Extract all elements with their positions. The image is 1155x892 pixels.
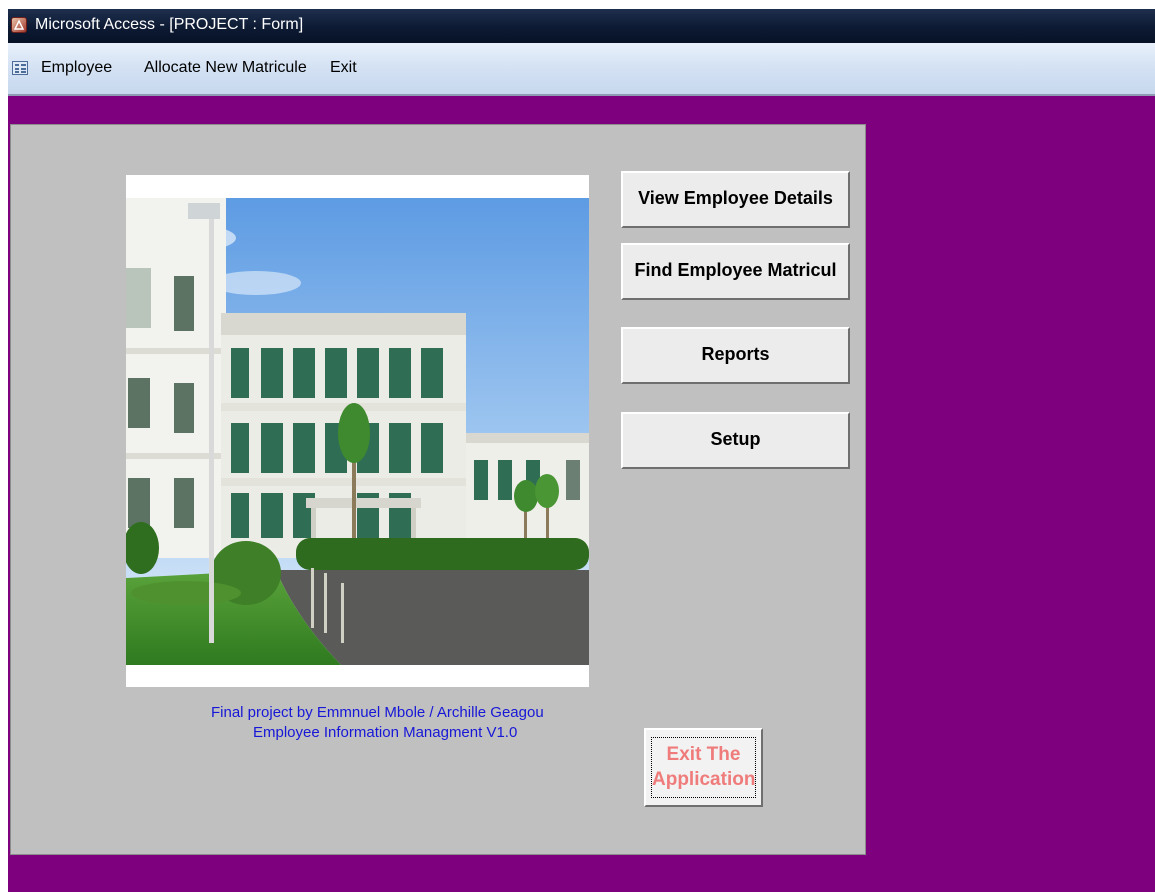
mdi-client-area: Final project by Emmnuel Mbole / Archill… <box>8 96 1155 892</box>
menu-allocate-new-matricule[interactable]: Allocate New Matricule <box>144 59 307 77</box>
form-icon[interactable] <box>12 61 28 75</box>
menu-exit[interactable]: Exit <box>330 59 357 77</box>
credit-text: Final project by Emmnuel Mbole / Archill… <box>211 703 544 743</box>
exit-button-focus-rect: Exit The Application <box>651 737 756 798</box>
setup-button[interactable]: Setup <box>621 412 850 469</box>
exit-application-button[interactable]: Exit The Application <box>644 728 763 807</box>
title-bar[interactable]: Microsoft Access - [PROJECT : Form] <box>8 9 1155 43</box>
access-app-icon[interactable] <box>11 17 27 33</box>
credit-line-version: Employee Information Managment V1.0 <box>253 724 518 741</box>
menu-employee[interactable]: Employee <box>41 59 112 77</box>
view-employee-details-button[interactable]: View Employee Details <box>621 171 850 228</box>
project-form: Final project by Emmnuel Mbole / Archill… <box>10 124 866 855</box>
credit-line-authors: Final project by Emmnuel Mbole / Archill… <box>211 704 544 721</box>
building-photo-frame <box>126 175 589 687</box>
access-window: Microsoft Access - [PROJECT : Form] Empl… <box>0 0 1155 892</box>
menu-bar: Employee Allocate New Matricule Exit <box>8 43 1155 96</box>
find-employee-matricule-button[interactable]: Find Employee Matricul <box>621 243 850 300</box>
reports-button[interactable]: Reports <box>621 327 850 384</box>
window-title: Microsoft Access - [PROJECT : Form] <box>35 16 304 33</box>
building-photo <box>126 198 589 665</box>
exit-button-line1: Exit The <box>666 744 741 765</box>
exit-button-line2: Application <box>652 769 756 790</box>
